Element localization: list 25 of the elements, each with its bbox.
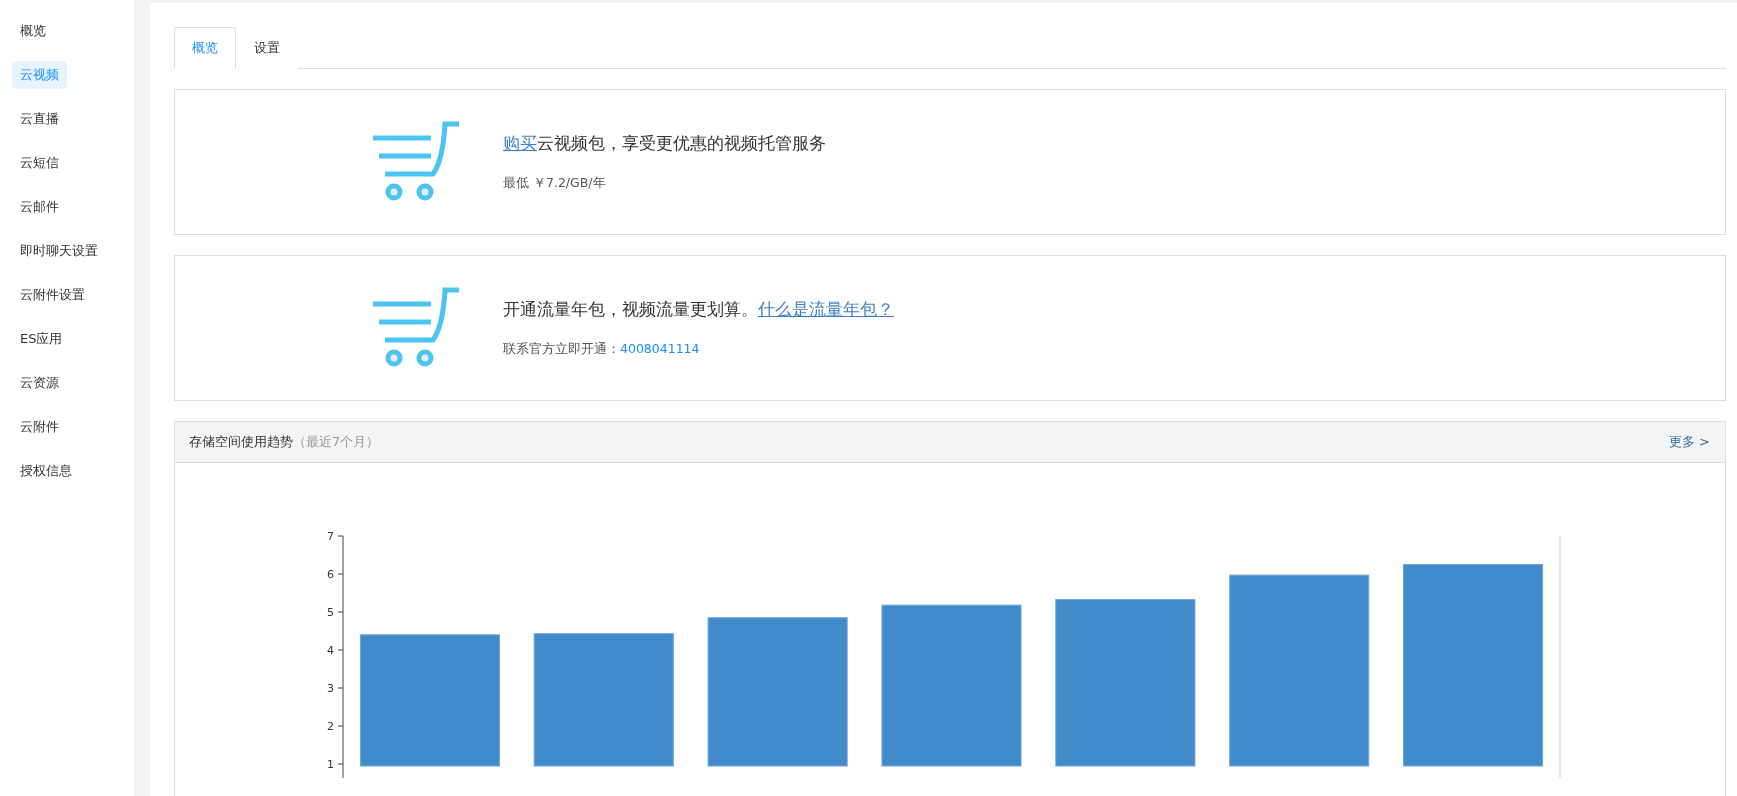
sidebar-item[interactable]: 云邮件	[12, 193, 67, 221]
sidebar-item[interactable]: 云附件设置	[12, 281, 93, 309]
y-tick-label: 4	[327, 644, 334, 657]
y-tick-label: 6	[327, 568, 334, 581]
sidebar-item[interactable]: 云资源	[12, 369, 67, 397]
text-link[interactable]: 购买	[503, 133, 537, 153]
sidebar-item[interactable]: 授权信息	[12, 457, 80, 485]
promo-note: 最低 ￥7.2/GB/年	[503, 175, 607, 192]
sidebar-item[interactable]: ES应用	[12, 325, 71, 353]
y-tick-label: 1	[327, 758, 334, 771]
promo-title: 开通流量年包，视频流量更划算。什么是流量年包？	[503, 298, 894, 321]
promo-title: 购买云视频包，享受更优惠的视频托管服务	[503, 132, 826, 155]
sidebar-item[interactable]: 云附件	[12, 413, 67, 441]
y-tick-label: 5	[327, 606, 334, 619]
sidebar-item[interactable]: 云短信	[12, 149, 67, 177]
sidebar-item[interactable]: 云直播	[12, 105, 67, 133]
y-tick-label: 7	[327, 530, 334, 543]
more-link[interactable]: 更多 >	[1668, 433, 1710, 451]
sidebar-item[interactable]: 即时聊天设置	[12, 237, 106, 265]
sidebar-item[interactable]: 概览	[12, 17, 54, 45]
promo-note: 联系官方立即开通：4008041114	[503, 341, 701, 358]
y-tick-label: 3	[327, 682, 334, 695]
panel-title: 存储空间使用趋势（最近7个月）	[189, 433, 380, 451]
y-tick-label: 2	[327, 720, 334, 733]
text-link[interactable]: 什么是流量年包？	[758, 299, 894, 319]
